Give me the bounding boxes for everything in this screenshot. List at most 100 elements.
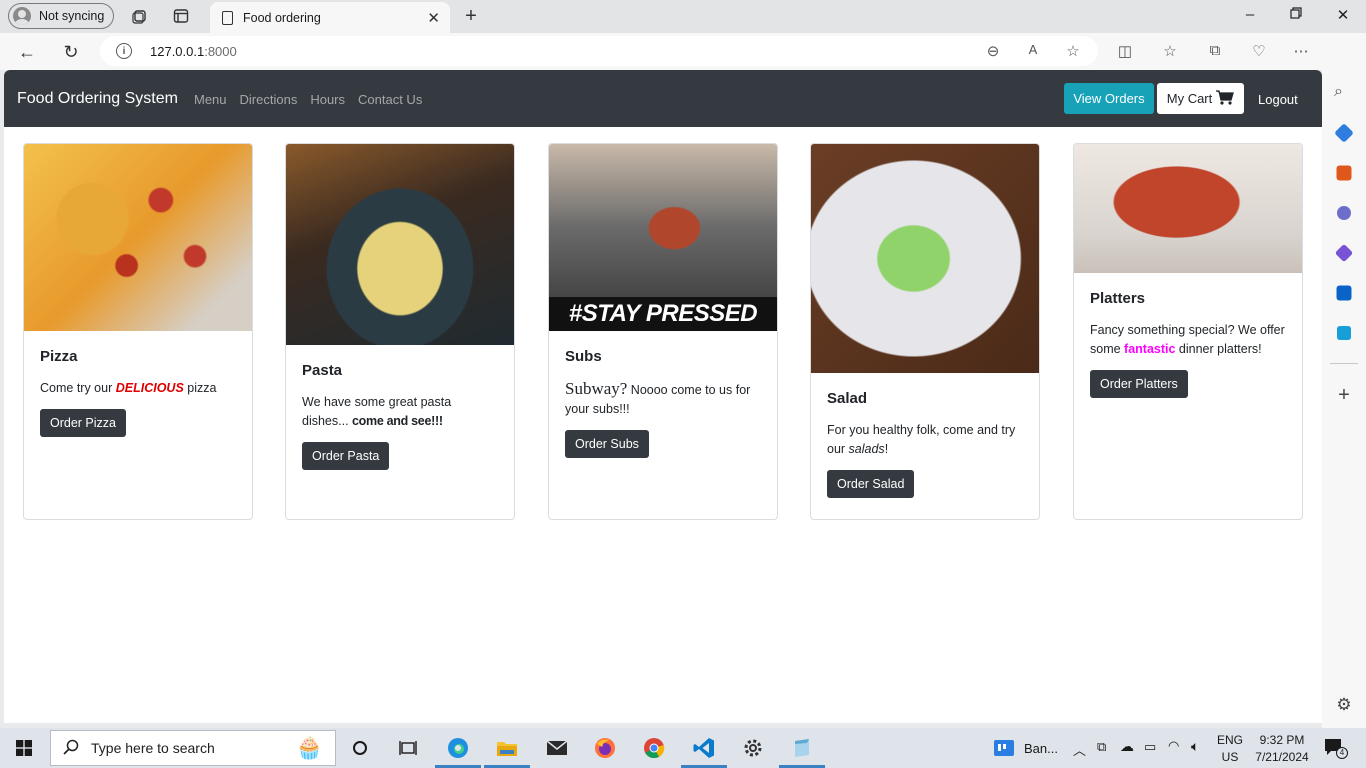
- nav-link-contact[interactable]: Contact Us: [358, 92, 422, 107]
- salad-image: [811, 144, 1039, 373]
- nav-link-menu[interactable]: Menu: [194, 92, 227, 107]
- cupcake-icon: 🧁: [295, 735, 323, 760]
- tab-title: Food ordering: [243, 10, 321, 25]
- clock[interactable]: 9:32 PM 7/21/2024: [1252, 733, 1312, 764]
- add-icon[interactable]: +: [1334, 385, 1354, 405]
- language-indicator[interactable]: ENG US: [1216, 733, 1244, 764]
- battery-icon[interactable]: ▭: [1144, 739, 1156, 755]
- stay-pressed-caption: #STAY PRESSED: [549, 297, 777, 331]
- close-window-icon[interactable]: ✕: [1333, 6, 1353, 24]
- nav-link-hours[interactable]: Hours: [310, 92, 345, 107]
- address-toolbar: ← ↻ i 127.0.0.1:8000 ⊖ A ☆ ◫ ☆ ⧉ ♡ ⋯: [0, 33, 1366, 70]
- more-menu-icon[interactable]: ⋯: [1291, 42, 1311, 60]
- card-text: Fancy something special? We offer some f…: [1090, 323, 1285, 356]
- favorite-star-icon[interactable]: ☆: [1063, 42, 1083, 60]
- card-subs: #STAY PRESSED Subs Subway? Noooo come to…: [548, 143, 778, 520]
- address-bar[interactable]: i 127.0.0.1:8000: [100, 36, 1098, 66]
- edge-sidebar: ⌕ + ⚙: [1322, 33, 1366, 728]
- settings-app-icon[interactable]: [741, 736, 765, 760]
- windows-start-icon[interactable]: [12, 736, 36, 760]
- site-brand[interactable]: Food Ordering System: [17, 90, 178, 108]
- nav-links: Menu Directions Hours Contact Us: [194, 92, 422, 107]
- minimize-icon[interactable]: –: [1240, 6, 1260, 23]
- card-text: We have some great pasta dishes... come …: [302, 395, 452, 428]
- read-aloud-icon[interactable]: A: [1023, 42, 1043, 57]
- firefox-icon[interactable]: [593, 736, 617, 760]
- new-tab-icon[interactable]: +: [461, 5, 481, 27]
- pizza-image: [24, 144, 252, 331]
- taskbar-search[interactable]: Type here to search 🧁: [50, 730, 336, 766]
- tools-icon[interactable]: [1336, 165, 1352, 181]
- card-text: Subway? Noooo come to us for your subs!!…: [565, 379, 751, 416]
- view-orders-button[interactable]: View Orders: [1064, 83, 1154, 114]
- tab-actions-icon[interactable]: [171, 6, 191, 26]
- sticky-app-icon[interactable]: [790, 736, 814, 760]
- edge-browser-icon[interactable]: [446, 736, 470, 760]
- search-magnifier-icon: [63, 739, 79, 758]
- send-icon[interactable]: [1337, 326, 1351, 340]
- settings-gear-icon[interactable]: ⚙: [1334, 695, 1354, 715]
- collections-icon[interactable]: ⧉: [1205, 42, 1225, 59]
- nav-link-directions[interactable]: Directions: [240, 92, 298, 107]
- shopping-cart-icon: [1216, 89, 1235, 108]
- card-pizza: Pizza Come try our DELICIOUS pizza Order…: [23, 143, 253, 520]
- card-title: Pizza: [40, 348, 78, 365]
- platters-image: [1074, 144, 1302, 273]
- profile-button[interactable]: Not syncing: [8, 3, 114, 29]
- card-title: Pasta: [302, 362, 343, 379]
- mail-icon[interactable]: [545, 736, 569, 760]
- shopping-tag-icon[interactable]: [1334, 123, 1354, 143]
- tray-chevron-icon[interactable]: ︿: [1073, 740, 1086, 759]
- card-title: Subs: [565, 348, 602, 365]
- search-icon[interactable]: ⌕: [1334, 83, 1354, 103]
- profile-label: Not syncing: [39, 9, 105, 23]
- order-platters-button[interactable]: Order Platters: [1090, 370, 1188, 398]
- task-view-icon[interactable]: [396, 736, 420, 760]
- copilot-sidebar-icon[interactable]: [1334, 243, 1354, 263]
- tab-food-ordering[interactable]: Food ordering ✕: [210, 2, 450, 33]
- card-platters: Platters Fancy something special? We off…: [1073, 143, 1303, 520]
- my-cart-button[interactable]: My Cart: [1157, 83, 1244, 114]
- my-cart-label: My Cart: [1166, 91, 1213, 106]
- windows-taskbar: Type here to search 🧁 Ban... ︿ ⧉ ☁ ▭ ◠ 🔈: [0, 728, 1366, 768]
- card-salad: Salad For you healthy folk, come and try…: [810, 143, 1040, 520]
- games-icon[interactable]: [1337, 206, 1351, 220]
- notification-count-badge: 4: [1336, 747, 1348, 759]
- order-subs-button[interactable]: Order Subs: [565, 430, 649, 458]
- page-viewport: Food Ordering System Menu Directions Hou…: [4, 70, 1322, 723]
- split-screen-icon[interactable]: ◫: [1115, 42, 1135, 60]
- file-explorer-icon[interactable]: [495, 736, 519, 760]
- restore-icon[interactable]: [1286, 6, 1306, 23]
- card-title: Platters: [1090, 290, 1146, 307]
- search-placeholder: Type here to search: [91, 740, 215, 756]
- close-tab-icon[interactable]: ✕: [427, 9, 440, 27]
- banner-app-icon[interactable]: [992, 736, 1016, 760]
- banner-app-label[interactable]: Ban...: [1024, 741, 1058, 756]
- wifi-icon[interactable]: ◠: [1168, 738, 1179, 754]
- browser-essentials-icon[interactable]: ♡: [1249, 42, 1269, 60]
- onedrive-icon[interactable]: ☁: [1120, 738, 1134, 755]
- refresh-icon[interactable]: ↻: [60, 41, 82, 63]
- card-text: For you healthy folk, come and try our s…: [827, 423, 1016, 456]
- url-text: 127.0.0.1:8000: [150, 43, 237, 59]
- order-pasta-button[interactable]: Order Pasta: [302, 442, 390, 470]
- favorites-icon[interactable]: ☆: [1160, 42, 1180, 60]
- sidebar-divider: [1330, 363, 1358, 364]
- cortana-icon[interactable]: [348, 736, 372, 760]
- outlook-icon[interactable]: [1336, 285, 1352, 301]
- location-icon[interactable]: ⧉: [1097, 739, 1106, 755]
- site-info-icon[interactable]: i: [116, 43, 132, 59]
- vscode-icon[interactable]: [692, 736, 716, 760]
- zoom-out-icon[interactable]: ⊖: [983, 42, 1003, 60]
- order-pizza-button[interactable]: Order Pizza: [40, 409, 126, 437]
- notification-center-icon[interactable]: 4: [1324, 738, 1348, 759]
- chrome-icon[interactable]: [642, 736, 666, 760]
- back-icon[interactable]: ←: [16, 41, 38, 63]
- subs-image: #STAY PRESSED: [549, 144, 777, 331]
- order-salad-button[interactable]: Order Salad: [827, 470, 915, 498]
- browser-titlebar: Not syncing Food ordering ✕ + – ✕: [0, 0, 1366, 33]
- logout-link[interactable]: Logout: [1258, 92, 1298, 107]
- workspaces-icon[interactable]: [130, 6, 150, 26]
- volume-icon[interactable]: 🔈︎: [1191, 738, 1199, 755]
- site-navbar: Food Ordering System Menu Directions Hou…: [4, 70, 1322, 127]
